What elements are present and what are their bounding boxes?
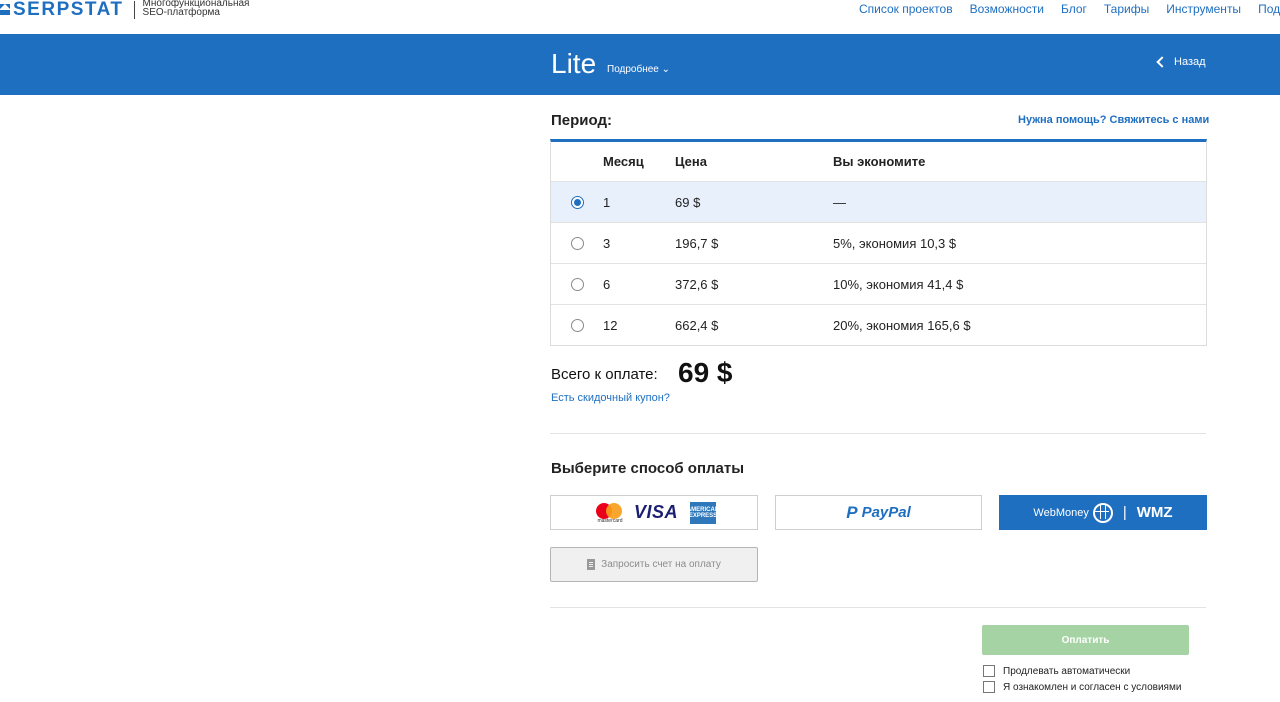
total-amount: 69 $ bbox=[678, 357, 733, 388]
period-table-header: Месяц Цена Вы экономите bbox=[551, 142, 1206, 182]
period-savings: 5%, экономия 10,3 $ bbox=[833, 235, 957, 251]
period-row-6[interactable]: 6 372,6 $ 10%, экономия 41,4 $ bbox=[551, 264, 1206, 305]
plan-details-toggle[interactable]: Подробнее ⌄ bbox=[607, 64, 670, 75]
back-label: Назад bbox=[1174, 56, 1206, 68]
webmoney-label: WebMoney bbox=[1033, 506, 1089, 519]
paypal-label: PayPal bbox=[861, 504, 911, 521]
period-row-12[interactable]: 12 662,4 $ 20%, экономия 165,6 $ bbox=[551, 305, 1206, 345]
section-divider bbox=[550, 607, 1206, 608]
period-radio-3[interactable] bbox=[570, 236, 584, 250]
nav-link-projects[interactable]: Список проектов bbox=[859, 2, 953, 16]
column-header-month: Месяц bbox=[603, 154, 644, 169]
period-months: 12 bbox=[603, 317, 618, 333]
period-months: 6 bbox=[603, 276, 611, 292]
period-radio-12[interactable] bbox=[570, 318, 584, 332]
section-divider bbox=[550, 433, 1206, 434]
card-payment-button[interactable]: mastercard VISA AMERICAN EXPRESS bbox=[550, 495, 758, 530]
back-button[interactable]: Назад bbox=[1156, 56, 1206, 68]
webmoney-currency: WMZ bbox=[1136, 504, 1173, 521]
column-header-price: Цена bbox=[675, 154, 707, 169]
period-radio-6[interactable] bbox=[570, 277, 584, 291]
payment-method-title: Выберите способ оплаты bbox=[551, 460, 745, 477]
webmoney-separator: | bbox=[1122, 504, 1127, 521]
mastercard-icon: mastercard bbox=[592, 502, 628, 524]
amex-icon: AMERICAN EXPRESS bbox=[687, 501, 719, 524]
period-label: Период: bbox=[551, 112, 612, 129]
terms-checkbox[interactable] bbox=[983, 681, 995, 693]
webmoney-button[interactable]: WebMoney | WMZ bbox=[999, 495, 1207, 530]
document-icon bbox=[587, 559, 596, 570]
period-savings: 10%, экономия 41,4 $ bbox=[833, 276, 964, 292]
total-label: Всего к оплате: bbox=[551, 366, 658, 383]
period-table: Месяц Цена Вы экономите 1 69 $ — 3 196,7… bbox=[550, 139, 1207, 346]
main-nav: Список проектов Возможности Блог Тарифы … bbox=[859, 2, 1280, 16]
auto-renew-label: Продлевать автоматически bbox=[1003, 665, 1131, 677]
webmoney-globe-icon bbox=[1092, 502, 1113, 523]
logo-tagline-line2: SEO-платформа bbox=[142, 7, 220, 18]
request-invoice-label: Запросить счет на оплату bbox=[601, 559, 721, 570]
nav-link-pricing[interactable]: Тарифы bbox=[1104, 2, 1149, 16]
auto-renew-option: Продлевать автоматически bbox=[983, 665, 1130, 677]
terms-option: Я ознакомлен и согласен с условиями bbox=[983, 681, 1181, 693]
column-header-savings: Вы экономите bbox=[833, 154, 926, 169]
mastercard-text: mastercard bbox=[597, 517, 623, 524]
pay-submit-button[interactable]: Оплатить bbox=[982, 625, 1189, 655]
terms-label: Я ознакомлен и согласен с условиями bbox=[1003, 681, 1182, 693]
period-price: 662,4 $ bbox=[675, 317, 719, 333]
period-price: 372,6 $ bbox=[675, 276, 719, 292]
period-row-1[interactable]: 1 69 $ — bbox=[551, 182, 1206, 223]
chevron-left-icon bbox=[1156, 56, 1168, 68]
period-row-3[interactable]: 3 196,7 $ 5%, экономия 10,3 $ bbox=[551, 223, 1206, 264]
serpstat-logo[interactable]: SERPSTAT Многофункциональная SEO-платфор… bbox=[0, 0, 249, 20]
plan-title: Lite bbox=[551, 48, 597, 79]
serpstat-logo-icon bbox=[0, 3, 10, 17]
period-radio-1[interactable] bbox=[570, 195, 584, 209]
paypal-icon: P bbox=[846, 502, 858, 522]
period-price: 69 $ bbox=[675, 194, 701, 210]
logo-tagline: Многофункциональная SEO-платформа bbox=[142, 0, 250, 18]
nav-link-blog[interactable]: Блог bbox=[1061, 2, 1087, 16]
contact-help-link[interactable]: Нужна помощь? Свяжитесь с нами bbox=[1018, 114, 1209, 126]
coupon-link[interactable]: Есть скидочный купон? bbox=[551, 392, 670, 404]
period-price: 196,7 $ bbox=[675, 235, 719, 251]
nav-link-tools[interactable]: Инструменты bbox=[1166, 2, 1241, 16]
logo-divider bbox=[133, 1, 135, 19]
nav-link-features[interactable]: Возможности bbox=[970, 2, 1044, 16]
period-months: 1 bbox=[603, 194, 611, 210]
paypal-button[interactable]: P PayPal bbox=[775, 495, 982, 530]
nav-link-support[interactable]: Подде bbox=[1258, 2, 1280, 16]
top-navbar: SERPSTAT Многофункциональная SEO-платфор… bbox=[0, 0, 1280, 34]
visa-icon: VISA bbox=[633, 502, 678, 522]
period-savings: 20%, экономия 165,6 $ bbox=[833, 317, 971, 333]
period-savings: — bbox=[833, 194, 846, 210]
logo-text: SERPSTAT bbox=[13, 0, 124, 20]
auto-renew-checkbox[interactable] bbox=[983, 665, 995, 677]
period-months: 3 bbox=[603, 235, 611, 251]
request-invoice-button[interactable]: Запросить счет на оплату bbox=[550, 547, 758, 582]
